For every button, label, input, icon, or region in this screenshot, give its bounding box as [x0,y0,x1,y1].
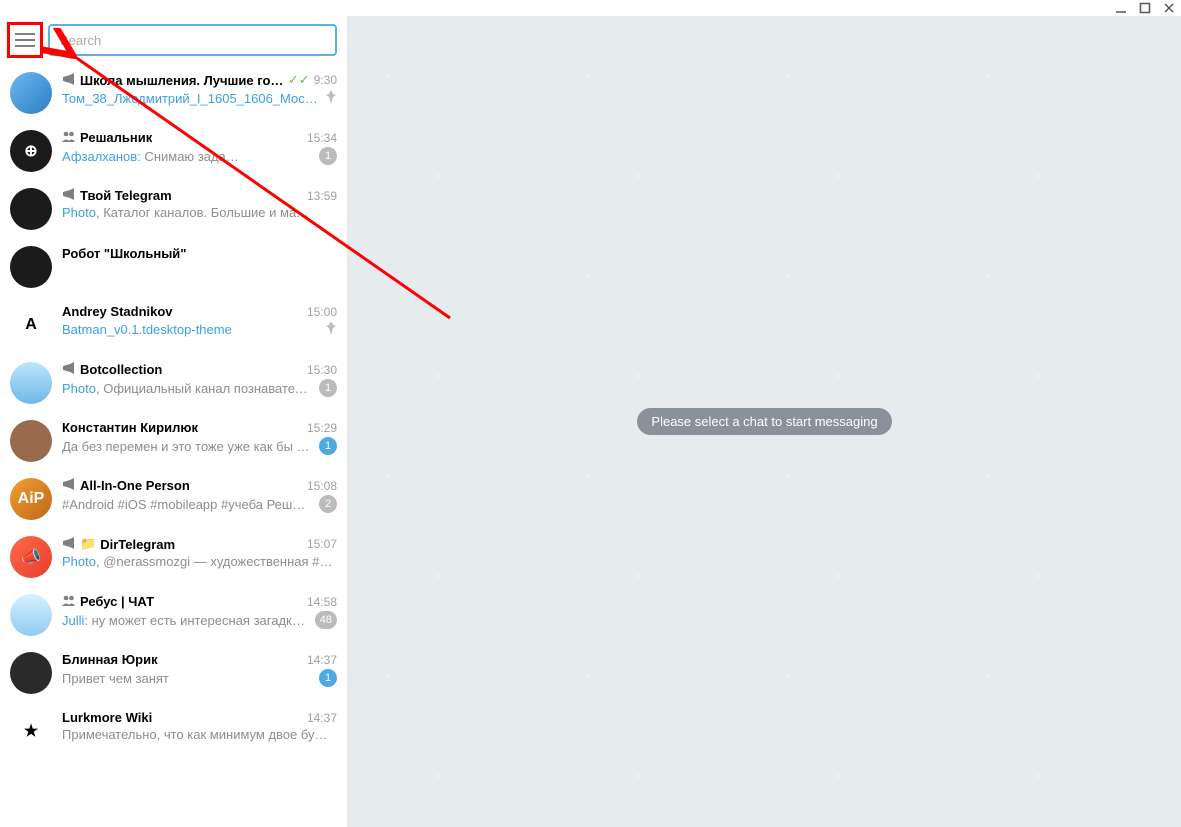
unread-badge: 1 [319,147,337,165]
chat-time: 14:37 [307,653,337,667]
avatar: 📣 [10,536,52,578]
unread-badge: 48 [315,611,337,629]
avatar [10,420,52,462]
menu-button[interactable] [10,25,40,55]
read-checks-icon: ✓✓ [288,72,310,88]
chat-time: 15:34 [307,131,337,145]
chat-name: Блинная Юрик [62,652,158,667]
chat-time: 15:29 [307,421,337,435]
chat-item[interactable]: ⊕ Решальник 15:34 Афзалханов: Снимаю зада… 1 [0,122,347,180]
avatar [10,594,52,636]
group-icon [62,130,76,145]
chat-preview: Julli: ну может есть интересная загадка… [62,613,309,628]
megaphone-icon [62,188,76,203]
maximize-icon[interactable] [1139,2,1151,14]
avatar: ⊕ [10,130,52,172]
chat-item[interactable]: Блинная Юрик 14:37 Привет чем занят 1 [0,644,347,702]
pin-icon [325,321,337,338]
sidebar-header [0,16,347,64]
chat-item[interactable]: Константин Кирилюк 15:29 Да без перемен и … [0,412,347,470]
chat-name: Робот "Школьный" [62,246,186,261]
chat-name: Botcollection [80,362,162,377]
chat-time: 13:59 [307,189,337,203]
chat-item[interactable]: Школа мышления. Лучшие го… ✓✓ 9:30 Том_38_Л… [0,64,347,122]
chat-preview: Batman_v0.1.tdesktop-theme [62,322,319,337]
chat-preview: Примечательно, что как минимум двое бу… [62,727,337,742]
avatar [10,72,52,114]
chat-time: 15:07 [307,537,337,551]
chat-name: Константин Кирилюк [62,420,198,435]
chat-name: Andrey Stadnikov [62,304,173,319]
megaphone-icon [62,362,76,377]
chat-item[interactable]: Твой Telegram 13:59 Photo, Каталог каналов… [0,180,347,238]
megaphone-icon [62,73,76,88]
window-titlebar [0,0,1181,16]
unread-badge: 2 [319,495,337,513]
chat-item[interactable]: Ребус | ЧАТ 14:58 Julli: ну может есть инт… [0,586,347,644]
chat-list: Школа мышления. Лучшие го… ✓✓ 9:30 Том_38_Л… [0,64,347,827]
empty-chat-placeholder: Please select a chat to start messaging [637,408,891,435]
search-input[interactable] [48,24,337,56]
chat-time: 15:30 [307,363,337,377]
avatar [10,362,52,404]
avatar: AiP [10,478,52,520]
avatar [10,188,52,230]
chat-preview: Photo, Каталог каналов. Большие и ма… [62,205,337,220]
chat-name: Lurkmore Wiki [62,710,152,725]
chat-item[interactable]: AiP All-In-One Person 15:08 #Android #iOS #… [0,470,347,528]
chat-name: Школа мышления. Лучшие го… [80,73,283,88]
chat-preview: Привет чем занят [62,671,313,686]
sidebar: Школа мышления. Лучшие го… ✓✓ 9:30 Том_38_Л… [0,16,348,827]
chat-item[interactable]: Botcollection 15:30 Photo, Официальный кан… [0,354,347,412]
unread-badge: 1 [319,437,337,455]
chat-name: All-In-One Person [80,478,190,493]
chat-preview: Photo, @nerassmozgi — художественная #л… [62,554,337,569]
chat-item[interactable]: Робот "Школьный" [0,238,347,296]
chat-item[interactable]: ★ Lurkmore Wiki 14:37 Примечательно, что ка… [0,702,347,760]
chat-time: 14:37 [307,711,337,725]
main-area: Please select a chat to start messaging [348,16,1181,827]
avatar: ★ [10,710,52,752]
chat-time: 14:58 [307,595,337,609]
chat-preview: Photo, Официальный канал познавател… [62,381,313,396]
chat-name: Ребус | ЧАТ [80,594,154,609]
chat-item[interactable]: A Andrey Stadnikov 15:00 Batman_v0.1.tdeskt… [0,296,347,354]
chat-preview: Том_38_Лжедмитрий_I_1605_1606_Мос… [62,91,319,106]
pin-icon [325,90,337,107]
chat-preview: Афзалханов: Снимаю зада… [62,149,313,164]
chat-time: 9:30 [314,73,337,87]
chat-preview: #Android #iOS #mobileapp #учеба Реш… [62,497,313,512]
avatar [10,652,52,694]
folder-icon: 📁 [80,536,96,552]
unread-badge: 1 [319,669,337,687]
close-icon[interactable] [1163,2,1175,14]
chat-preview: Да без перемен и это тоже уже как бы … [62,439,313,454]
chat-time: 15:00 [307,305,337,319]
chat-name: Решальник [80,130,152,145]
megaphone-icon [62,537,76,552]
avatar [10,246,52,288]
chat-name: DirTelegram [100,537,175,552]
avatar: A [10,304,52,346]
chat-name: Твой Telegram [80,188,172,203]
chat-time: 15:08 [307,479,337,493]
unread-badge: 1 [319,379,337,397]
megaphone-icon [62,478,76,493]
chat-item[interactable]: 📣 📁 DirTelegram 15:07 Photo, @nerassmozgi — … [0,528,347,586]
minimize-icon[interactable] [1115,2,1127,14]
group-icon [62,594,76,609]
